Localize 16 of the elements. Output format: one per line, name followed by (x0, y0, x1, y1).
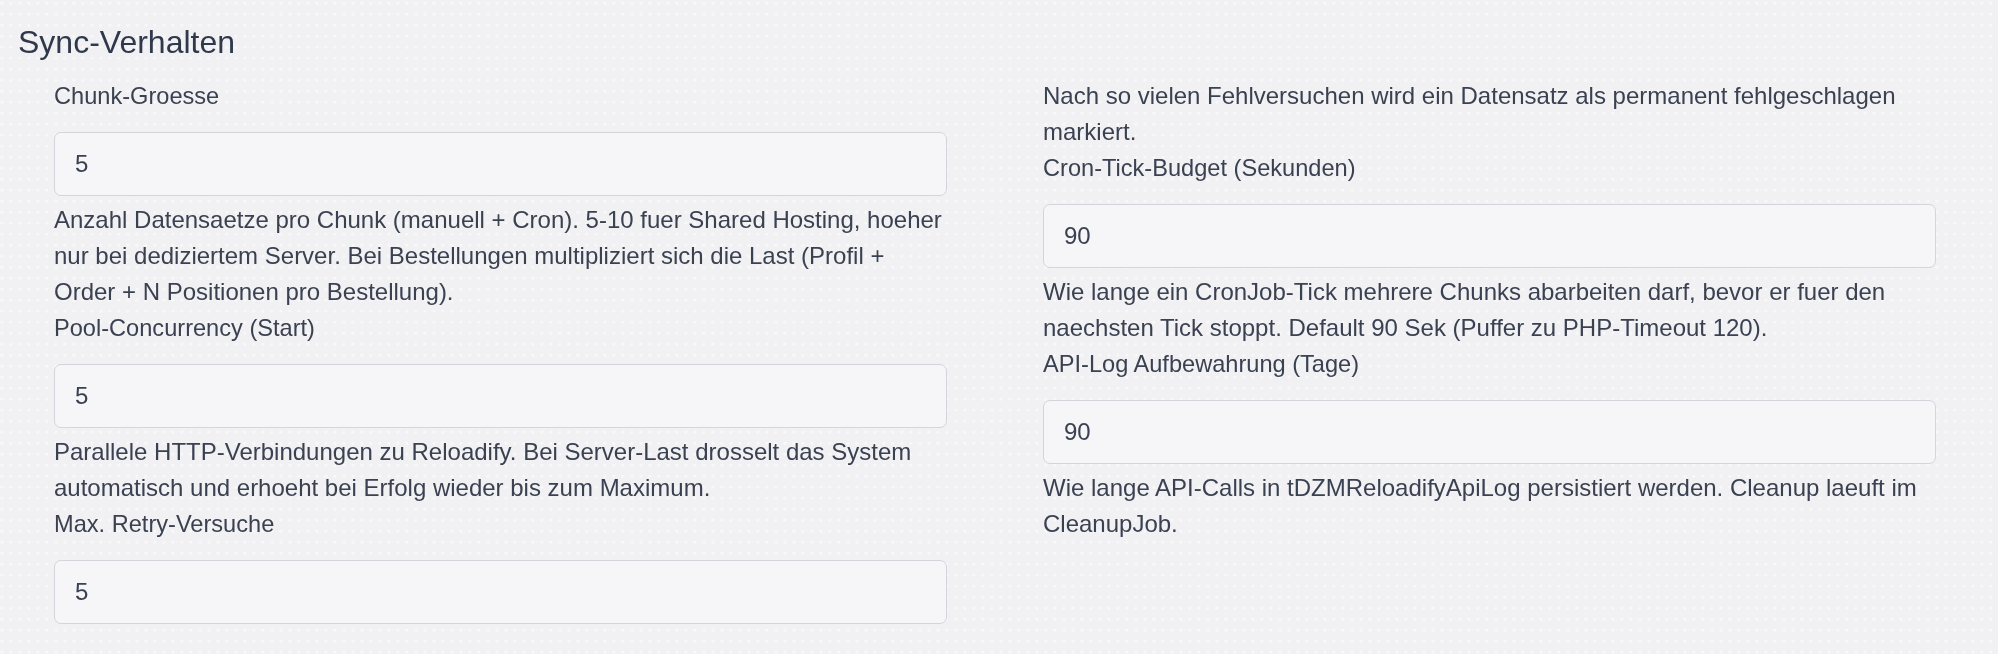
input-field[interactable]: 5 (54, 560, 947, 624)
input-field[interactable]: 90 (1043, 400, 1936, 464)
help-text: Parallele HTTP-Verbindungen zu Reloadify. Bei Server-Last drosselt das System automatisch und erhoeht bei Erfolg wieder bis zum Maximum. (54, 437, 913, 503)
input-field[interactable]: 90 (1043, 204, 1936, 268)
help-text: Anzahl Datensaetze pro Chunk (manuell + Cron). 5-10 fuer Shared Hosting, hoeher nur bei dediziertem Server. Bei Bestellungen multipliziert sich die Last (Profil + Order + N Positionen pro Bestellung). (54, 205, 943, 307)
help-text: Nach so vielen Fehlversuchen wird ein Datensatz als permanent fehlgeschlagen markiert. (1043, 81, 1897, 147)
input-field[interactable]: 5 (54, 364, 947, 428)
field-label: Chunk-Groesse (54, 82, 221, 111)
input-field[interactable]: 5 (54, 132, 947, 196)
help-text: Wie lange API-Calls in tDZMReloadifyApiLog persistiert werden. Cleanup laeuft im CleanupJob. (1043, 473, 1918, 539)
section-title: Sync-Verhalten (18, 23, 235, 62)
help-text: Wie lange ein CronJob-Tick mehrere Chunks abarbeiten darf, bevor er fuer den naechsten Tick stoppt. Default 90 Sek (Puffer zu PHP-Timeout 120). (1043, 277, 1887, 343)
field-label: Pool-Concurrency (Start) (54, 314, 316, 343)
field-label: API-Log Aufbewahrung (Tage) (1043, 350, 1361, 379)
field-label: Cron-Tick-Budget (Sekunden) (1043, 154, 1357, 183)
field-label: Max. Retry-Versuche (54, 510, 276, 539)
